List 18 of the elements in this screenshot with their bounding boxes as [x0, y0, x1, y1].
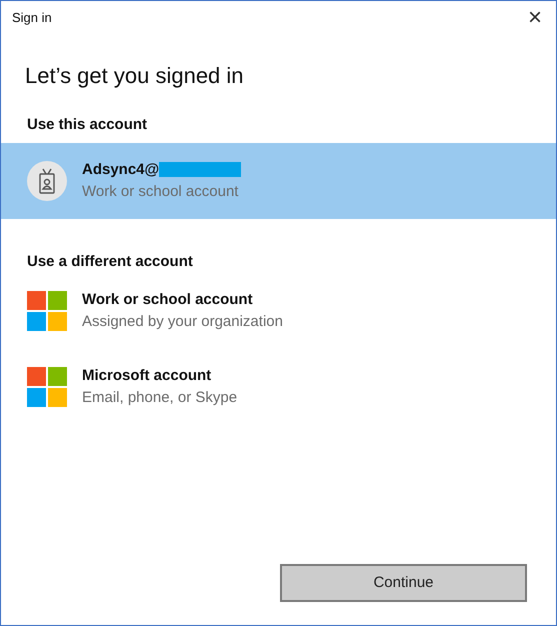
account-subtitle: Assigned by your organization	[82, 312, 283, 332]
page-heading: Let’s get you signed in	[25, 62, 245, 90]
window-title: Sign in	[12, 9, 52, 28]
account-item[interactable]: Work or school account Assigned by your organization	[1, 273, 556, 349]
account-item[interactable]: Microsoft account Email, phone, or Skype	[1, 349, 556, 425]
windows-logo-icon	[27, 367, 67, 407]
windows-logo-icon	[27, 291, 67, 331]
continue-button[interactable]: Continue	[280, 564, 527, 602]
section-heading: Use a different account	[27, 252, 194, 272]
badge-icon	[27, 160, 67, 200]
account-subtitle: Work or school account	[82, 182, 240, 202]
account-name: Work or school account	[82, 290, 253, 310]
account-subtitle: Email, phone, or Skype	[82, 388, 238, 408]
account-name: Microsoft account	[82, 366, 212, 386]
section-heading: Use this account	[27, 115, 148, 135]
account-item[interactable]: Adsync4@ Work or school account	[1, 142, 556, 218]
account-name: Adsync4@	[82, 160, 160, 180]
close-button[interactable]: ×	[528, 6, 542, 30]
